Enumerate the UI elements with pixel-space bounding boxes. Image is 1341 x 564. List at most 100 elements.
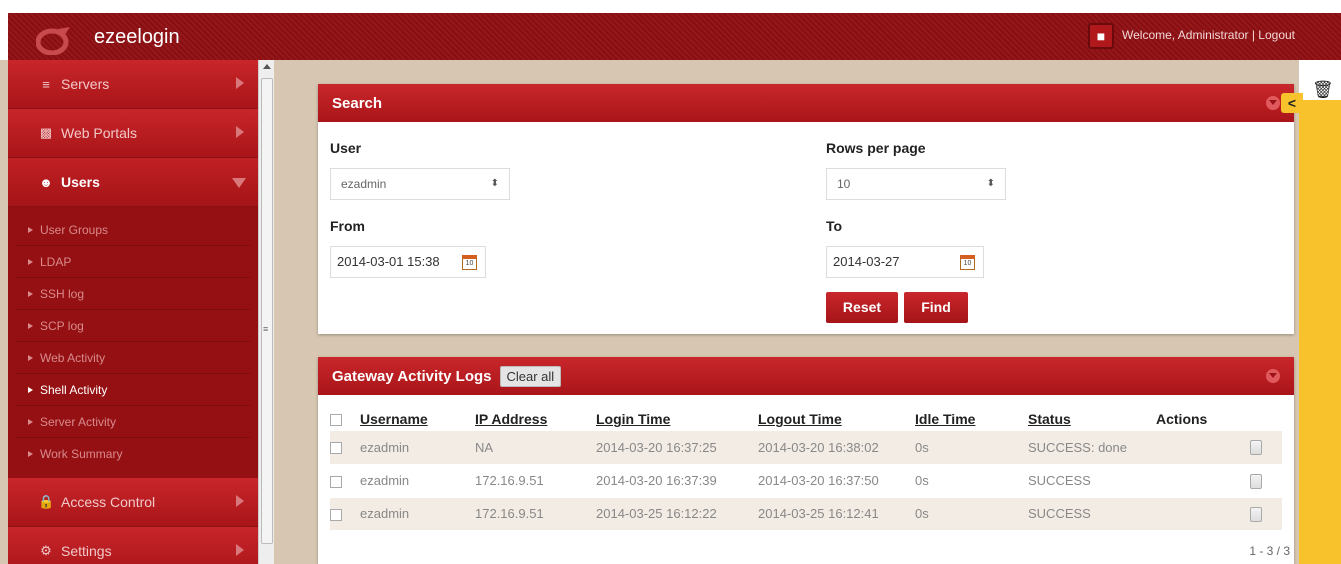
- to-label: To: [826, 218, 843, 234]
- sidebar-item-label: Settings: [61, 543, 112, 559]
- cell-idle-time: 0s: [915, 431, 1028, 465]
- cell-logout-time: 2014-03-25 16:12:41: [758, 497, 915, 531]
- cell-idle-time: 0s: [915, 464, 1028, 498]
- select-all-checkbox[interactable]: [330, 414, 342, 427]
- from-date-field[interactable]: 2014-03-01 15:38 10: [330, 246, 486, 278]
- welcome-text: Welcome, Administrator: [1122, 28, 1249, 42]
- sidebar-item-access-control[interactable]: 🔒 Access Control: [8, 478, 258, 527]
- sidebar-item-servers[interactable]: ≡ Servers: [8, 60, 258, 109]
- calendar-icon[interactable]: 10: [960, 255, 975, 270]
- submenu-item-user-groups[interactable]: User Groups: [16, 214, 250, 246]
- from-date-value: 2014-03-01 15:38: [337, 254, 440, 269]
- logout-link[interactable]: Logout: [1258, 28, 1295, 42]
- row-checkbox[interactable]: [330, 475, 342, 488]
- to-date-field[interactable]: 2014-03-27 10: [826, 246, 984, 278]
- logs-panel-title: Gateway Activity Logs: [332, 367, 492, 385]
- main-content: Search User ezadmin Rows per page 10 Fro…: [274, 60, 1299, 564]
- submenu-item-ldap[interactable]: LDAP: [16, 246, 250, 278]
- lock-icon: 🔒: [38, 494, 55, 509]
- cell-idle-time: 0s: [915, 497, 1028, 531]
- right-panel-strip: [1299, 60, 1341, 564]
- user-label: User: [330, 140, 362, 156]
- cell-logout-time: 2014-03-20 16:37:50: [758, 464, 915, 498]
- sidebar-scrollbar[interactable]: ≡: [258, 60, 274, 564]
- column-idle-time[interactable]: Idle Time: [915, 407, 1028, 431]
- user-select[interactable]: ezadmin: [330, 168, 510, 200]
- row-select-cell: [330, 464, 360, 498]
- submenu-item-shell-activity[interactable]: Shell Activity: [16, 374, 250, 406]
- sidebar-item-users[interactable]: ☻ Users: [8, 158, 258, 207]
- column-ip-address[interactable]: IP Address: [475, 407, 596, 431]
- cell-logout-time: 2014-03-20 16:38:02: [758, 431, 915, 465]
- cell-login-time: 2014-03-25 16:12:22: [596, 497, 758, 531]
- submenu-item-ssh-log[interactable]: SSH log: [16, 278, 250, 310]
- cell-actions: [1156, 497, 1282, 531]
- sidebar-item-settings[interactable]: ⚙ Settings: [8, 527, 258, 564]
- ezeelogin-logo-icon: [36, 27, 70, 55]
- gears-icon: ⚙: [40, 543, 52, 558]
- to-date-value: 2014-03-27: [833, 254, 900, 269]
- clear-all-button[interactable]: Clear all: [499, 365, 562, 387]
- top-bar: ezeelogin ■ Welcome, Administrator | Log…: [0, 0, 1341, 60]
- column-logout-time[interactable]: Logout Time: [758, 407, 915, 431]
- cell-ip-address: NA: [475, 431, 596, 465]
- layout-icon: ▩: [39, 125, 53, 140]
- welcome-separator: |: [1248, 28, 1259, 42]
- row-checkbox[interactable]: [330, 508, 342, 521]
- cell-login-time: 2014-03-20 16:37:25: [596, 431, 758, 465]
- delete-icon[interactable]: [1250, 440, 1262, 456]
- users-icon: ☻: [39, 174, 53, 190]
- column-username[interactable]: Username: [360, 407, 475, 431]
- cell-status: SUCCESS: done: [1028, 431, 1156, 465]
- search-panel-title: Search: [332, 94, 383, 112]
- sidebar-item-label: Web Portals: [61, 125, 137, 141]
- cell-status: SUCCESS: [1028, 497, 1156, 531]
- pagination-info: 1 - 3 / 3: [1249, 544, 1290, 558]
- gateway-logs-panel: Gateway Activity Logs Clear all Username…: [318, 357, 1294, 564]
- cell-ip-address: 172.16.9.51: [475, 497, 596, 531]
- row-select-cell: [330, 497, 360, 531]
- submenu-item-server-activity[interactable]: Server Activity: [16, 406, 250, 438]
- user-avatar-icon[interactable]: ■: [1088, 23, 1114, 49]
- column-status[interactable]: Status: [1028, 407, 1156, 431]
- row-select-cell: [330, 431, 360, 465]
- delete-icon[interactable]: [1250, 473, 1262, 489]
- cell-actions: [1156, 431, 1282, 465]
- collapse-icon[interactable]: [1266, 96, 1280, 110]
- cell-username: ezadmin: [360, 497, 475, 531]
- calendar-icon[interactable]: 10: [462, 255, 477, 270]
- cell-status: SUCCESS: [1028, 464, 1156, 498]
- table-row: ezadmin 172.16.9.51 2014-03-20 16:37:39 …: [330, 464, 1282, 498]
- app-title: ezeelogin: [94, 26, 180, 48]
- cell-ip-address: 172.16.9.51: [475, 464, 596, 498]
- chevron-right-icon: [236, 126, 244, 138]
- scroll-up-arrow-icon[interactable]: [263, 64, 271, 69]
- rows-per-page-select[interactable]: 10: [826, 168, 1006, 200]
- submenu-item-scp-log[interactable]: SCP log: [16, 310, 250, 342]
- sidebar-item-web-portals[interactable]: ▩ Web Portals: [8, 109, 258, 158]
- cell-actions: [1156, 464, 1282, 498]
- submenu-item-work-summary[interactable]: Work Summary: [16, 438, 250, 470]
- delete-icon[interactable]: [1250, 506, 1262, 522]
- find-button[interactable]: Find: [904, 292, 968, 323]
- trash-icon[interactable]: 🗑: [1312, 80, 1334, 100]
- logs-panel-header: Gateway Activity Logs Clear all: [318, 357, 1294, 395]
- table-row: ezadmin 172.16.9.51 2014-03-25 16:12:22 …: [330, 497, 1282, 531]
- table-row: ezadmin NA 2014-03-20 16:37:25 2014-03-2…: [330, 431, 1282, 465]
- submenu-item-web-activity[interactable]: Web Activity: [16, 342, 250, 374]
- chevron-right-icon: [236, 544, 244, 556]
- grip-icon: ≡: [263, 324, 269, 334]
- collapse-right-panel-icon[interactable]: <: [1281, 93, 1303, 113]
- search-panel-header: Search: [318, 84, 1294, 122]
- row-checkbox[interactable]: [330, 442, 342, 455]
- reset-button[interactable]: Reset: [826, 292, 898, 323]
- column-actions: Actions: [1156, 411, 1208, 427]
- sidebar-item-label: Users: [61, 174, 100, 190]
- column-login-time[interactable]: Login Time: [596, 407, 758, 431]
- scrollbar-thumb[interactable]: ≡: [261, 78, 273, 544]
- collapse-icon[interactable]: [1266, 369, 1280, 383]
- cell-username: ezadmin: [360, 464, 475, 498]
- logs-table: Username IP Address Login Time Logout Ti…: [330, 407, 1282, 531]
- sidebar: ≡ Servers ▩ Web Portals ☻ Users User Gro…: [8, 60, 258, 564]
- sidebar-item-label: Access Control: [61, 494, 156, 510]
